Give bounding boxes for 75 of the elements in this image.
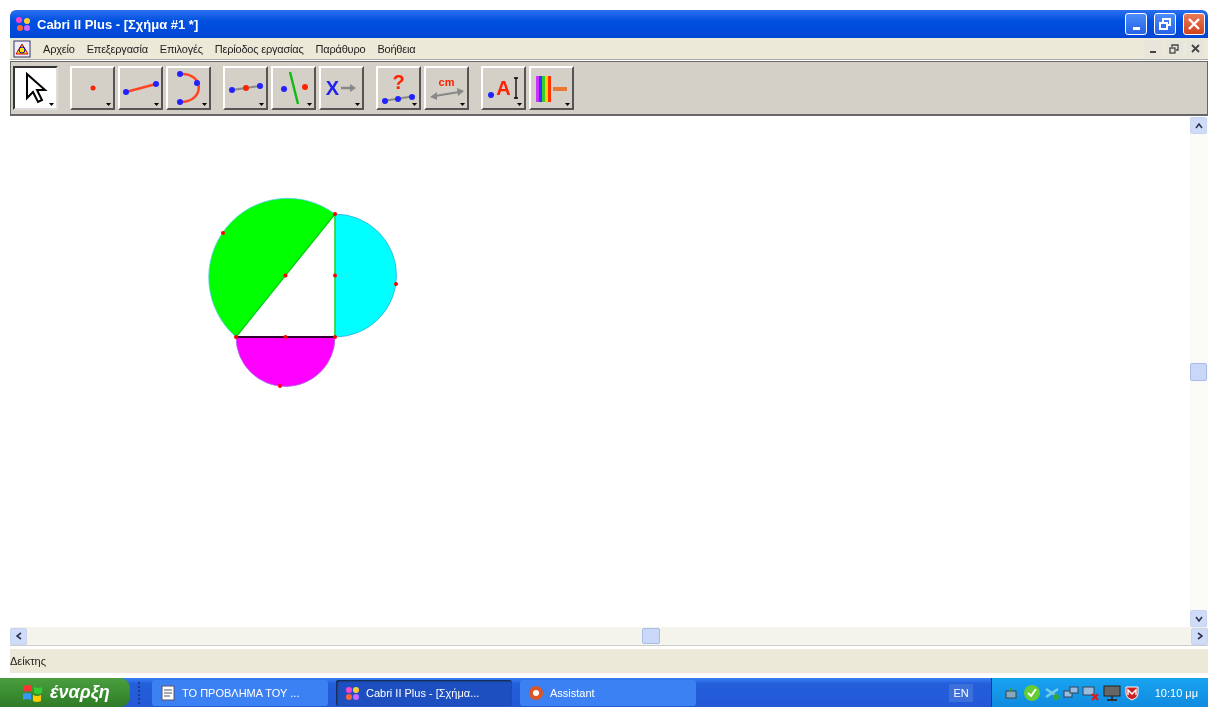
double-arrow-icon [428,87,465,100]
chevron-down-icon [1194,615,1203,622]
line-icon [278,70,309,106]
menu-item[interactable]: Επεξεργασία [86,42,148,55]
scroll-up-button[interactable] [1190,117,1207,134]
clock: 10:10 μμ [1154,686,1198,699]
point-icon [488,92,495,98]
menu-item[interactable]: Περίοδος εργασίας [214,42,304,55]
taskbar-button[interactable]: Cabri II Plus - [Σχήμα... [336,679,512,706]
restore-icon [1169,43,1179,54]
monitor-icon [1102,684,1121,701]
app-icon [14,15,32,33]
minimize-button[interactable] [1144,39,1162,58]
document-icon [160,684,176,701]
scroll-thumb[interactable] [1190,363,1207,381]
tool-label: ? [392,72,405,92]
network-disconnected-icon [1081,684,1100,701]
segment-icon [121,80,160,96]
caret-icon [517,103,522,106]
windows-logo-icon [22,682,44,703]
caret-icon [259,103,264,106]
arrow-icon [341,83,358,93]
check-shield-icon [1022,683,1041,702]
assistant-icon [528,684,544,701]
close-icon [1188,18,1200,30]
tool-label: A [496,78,511,98]
points-on-line-icon [380,92,417,104]
computers-icon [1062,684,1079,701]
restore-button[interactable] [1165,39,1183,58]
shield-icon [1123,684,1140,701]
caret-icon [106,103,111,106]
chevron-up-icon [1194,122,1203,129]
text-cursor-icon [512,76,519,100]
close-button[interactable] [1186,39,1204,58]
chevron-left-icon [15,632,22,640]
chevron-right-icon [1196,632,1203,640]
menu-item[interactable]: Επιλογές [159,42,203,55]
caret-icon [202,103,207,106]
window-title: Cabri II Plus - [Σχήμα #1 *] [37,16,199,32]
network-icon [1003,684,1020,701]
caret-icon [460,103,465,106]
menu-item[interactable]: Αρχείο [43,42,75,55]
close-icon [1190,44,1200,53]
tool-button[interactable]: X [319,66,364,110]
minimize-button[interactable] [1125,13,1147,35]
caret-icon [307,103,312,106]
taskbar-button[interactable]: ΤΟ ΠΡΟΒΛΗΜΑ ΤΟΥ ... [152,679,328,706]
taskbar-button[interactable]: Assistant [520,679,696,706]
horizontal-scrollbar[interactable] [10,627,1208,646]
start-button[interactable]: έναρξη [0,678,130,707]
caret-icon [49,103,54,106]
minimize-icon [1132,26,1140,30]
caret-icon [154,103,159,106]
tool-label: X [325,78,340,98]
scroll-down-button[interactable] [1190,610,1207,627]
language-indicator[interactable]: EN [949,683,973,702]
vertical-scrollbar[interactable] [1190,117,1208,627]
caret-icon [412,103,417,106]
restore-button[interactable] [1154,13,1176,35]
close-button[interactable] [1183,13,1205,35]
status-text: Δείκτης [10,655,46,667]
minimize-icon [1150,50,1156,53]
caret-icon [565,103,570,106]
menu-item[interactable]: Βοήθεια [377,42,416,55]
tool-button[interactable] [13,66,58,110]
restore-icon [1159,18,1171,30]
midpoint-icon [227,82,264,94]
tool-label: cm [438,76,455,88]
document-icon [13,39,31,58]
scroll-left-button[interactable] [10,627,27,645]
app-icon [344,684,360,701]
caret-icon [355,103,360,106]
scroll-right-button[interactable] [1191,627,1208,645]
scroll-thumb[interactable] [642,628,660,644]
menu-item[interactable]: Παράθυρο [315,42,366,55]
